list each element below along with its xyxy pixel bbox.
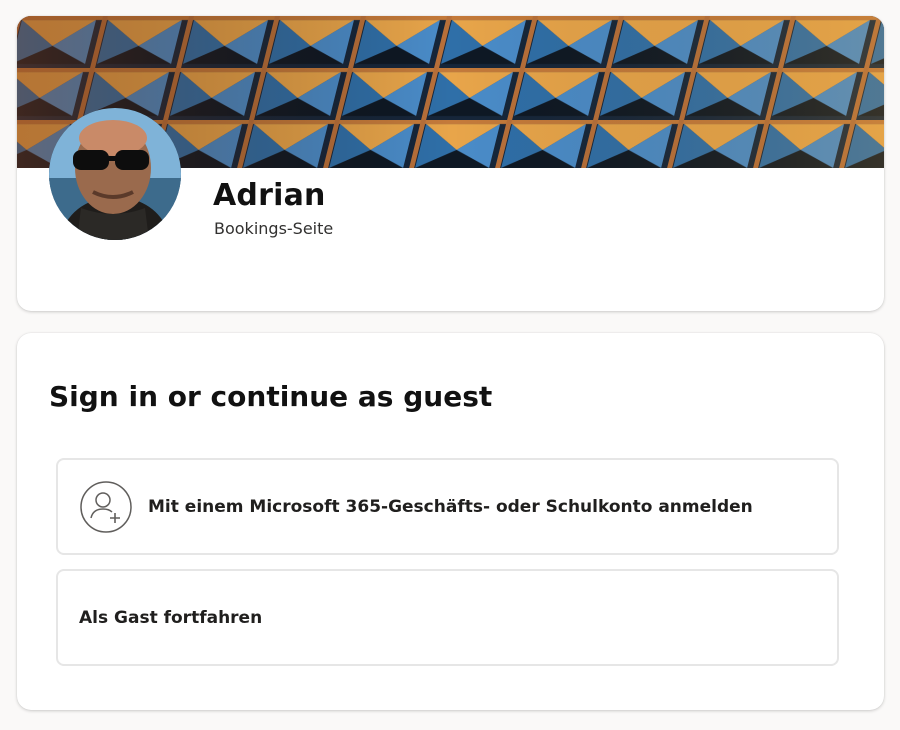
avatar <box>49 108 181 240</box>
microsoft-signin-label: Mit einem Microsoft 365-Geschäfts- oder … <box>148 497 753 517</box>
microsoft-signin-button[interactable]: Mit einem Microsoft 365-Geschäfts- oder … <box>56 458 839 555</box>
profile-subtitle: Bookings-Seite <box>214 219 334 238</box>
signin-title: Sign in or continue as guest <box>49 380 493 413</box>
continue-as-guest-label: Als Gast fortfahren <box>79 608 263 628</box>
signin-card: Sign in or continue as guest Mit einem M… <box>17 333 884 710</box>
profile-name: Adrian <box>213 178 326 213</box>
profile-card: Adrian Bookings-Seite <box>17 16 884 311</box>
person-add-icon <box>79 480 133 534</box>
continue-as-guest-button[interactable]: Als Gast fortfahren <box>56 569 839 666</box>
